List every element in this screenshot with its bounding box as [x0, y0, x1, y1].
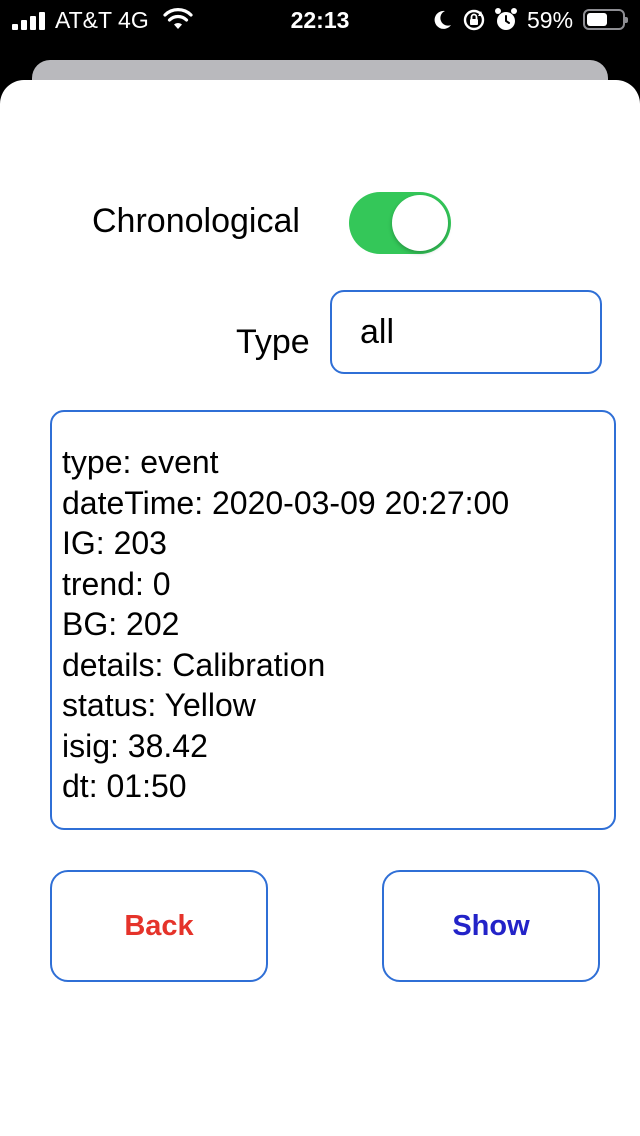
- chronological-label: Chronological: [92, 202, 300, 240]
- detail-line-bg: BG: 202: [62, 606, 180, 642]
- back-button[interactable]: Back: [50, 870, 268, 982]
- detail-line-datetime: dateTime: 2020-03-09 20:27:00: [62, 484, 510, 521]
- type-label: Type: [236, 323, 310, 361]
- detail-line-trend: trend: 0: [62, 565, 171, 602]
- battery-icon: [583, 9, 628, 30]
- rotation-lock-icon: [463, 9, 485, 31]
- toggle-knob: [392, 195, 448, 251]
- alarm-icon: [495, 8, 517, 30]
- battery-fill: [587, 13, 607, 26]
- detail-line-status: status: Yellow: [62, 687, 256, 723]
- chronological-toggle[interactable]: [349, 192, 451, 254]
- detail-line-type: type: event: [62, 444, 219, 480]
- show-button[interactable]: Show: [382, 870, 600, 982]
- moon-icon: [434, 10, 451, 29]
- record-details-box: type: event dateTime: 2020-03-09 20:27:0…: [50, 410, 616, 830]
- detail-line-dt: dt: 01:50: [62, 768, 187, 804]
- detail-line-details: details: Calibration: [62, 646, 326, 683]
- status-bar: AT&T 4G 22:13 59%: [0, 0, 640, 40]
- battery-percent: 59%: [527, 7, 574, 33]
- detail-line-ig: IG: 203: [62, 525, 167, 561]
- detail-line-isig: isig: 38.42: [62, 727, 208, 764]
- type-input[interactable]: [330, 290, 602, 374]
